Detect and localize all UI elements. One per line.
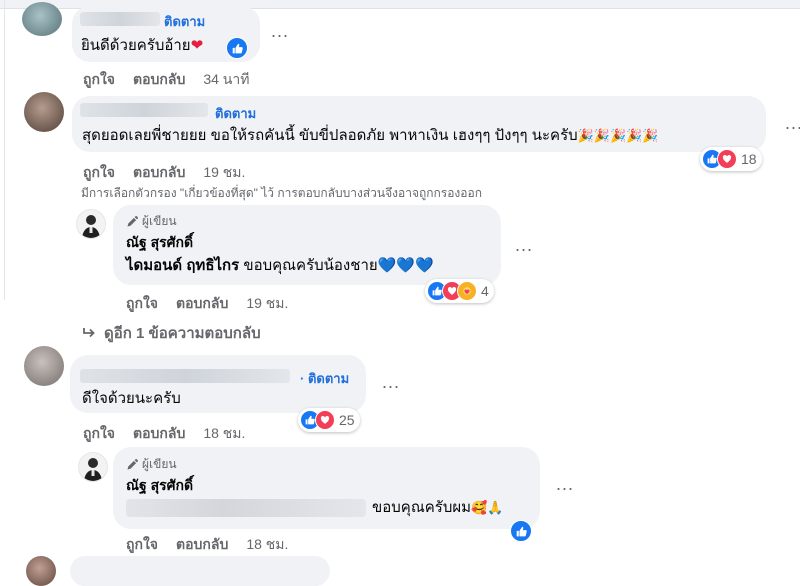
commenter-name-blurred[interactable] (80, 369, 290, 383)
comment-actions: ถูกใจ ตอบกลับ 18 ชม. (83, 423, 263, 445)
like-icon[interactable] (510, 520, 532, 542)
mention-link[interactable]: ไดมอนด์ ฤทธิไกร (126, 257, 239, 274)
avatar[interactable] (24, 92, 64, 132)
timestamp[interactable]: 18 ชม. (203, 425, 245, 441)
reply-button[interactable]: ตอบกลับ (133, 425, 185, 441)
reply-button[interactable]: ตอบกลับ (133, 71, 185, 87)
author-name[interactable]: ณัฐ สุรศักดิ์ (126, 476, 193, 494)
author-badge: ผู้เขียน (126, 455, 177, 474)
reaction-count: 4 (481, 283, 489, 299)
comment-text: ยินดีด้วยครับอ้าย❤ (81, 36, 204, 54)
reply-arrow-icon (83, 328, 95, 338)
author-badge: ผู้เขียน (126, 212, 177, 231)
more-dots-icon[interactable]: ... (515, 236, 533, 254)
love-icon (315, 410, 335, 430)
more-dots-icon[interactable]: ... (785, 114, 800, 132)
like-button[interactable]: ถูกใจ (126, 536, 158, 552)
commenter-name-blurred[interactable] (80, 12, 160, 26)
more-dots-icon[interactable]: ... (271, 22, 289, 40)
reaction-count: 25 (339, 412, 355, 428)
view-more-replies-button[interactable]: ดูอีก 1 ข้อความตอบกลับ (82, 321, 261, 345)
comment-text: สุดยอดเลยพี่ชายยย ขอให้รถคันนี้ ขับขี่ปล… (82, 127, 659, 144)
pen-icon (127, 458, 138, 469)
care-icon (457, 281, 477, 301)
reaction-summary[interactable]: 4 (425, 279, 494, 303)
like-button[interactable]: ถูกใจ (83, 164, 115, 180)
reaction-count: 18 (741, 151, 757, 167)
author-avatar[interactable] (78, 452, 108, 482)
reply-button[interactable]: ตอบกลับ (133, 164, 185, 180)
more-dots-icon[interactable]: ... (382, 373, 400, 391)
like-button[interactable]: ถูกใจ (83, 425, 115, 441)
avatar[interactable] (22, 2, 62, 36)
more-dots-icon[interactable]: ... (556, 475, 574, 493)
follow-link[interactable]: ติดตาม (164, 11, 205, 32)
commenter-name-blurred[interactable] (80, 103, 208, 117)
timestamp[interactable]: 18 ชม. (246, 536, 288, 552)
reply-button[interactable]: ตอบกลับ (176, 295, 228, 311)
like-button[interactable]: ถูกใจ (83, 71, 115, 87)
filter-notice: มีการเลือกตัวกรอง "เกี่ยวข้องที่สุด" ไว้… (81, 186, 482, 200)
comment-text: ดีใจด้วยนะครับ (82, 390, 181, 407)
like-icon[interactable] (226, 37, 248, 59)
timestamp[interactable]: 34 นาที (203, 71, 249, 87)
author-name[interactable]: ณัฐ สุรศักดิ์ (126, 233, 193, 251)
reply-text: ไดมอนด์ ฤทธิไกร ขอบคุณครับน้องชาย💙💙💙 (126, 256, 434, 274)
avatar[interactable] (26, 556, 56, 586)
reply-button[interactable]: ตอบกลับ (176, 536, 228, 552)
reply-actions: ถูกใจ ตอบกลับ 19 ชม. (126, 293, 306, 315)
timestamp[interactable]: 19 ชม. (203, 164, 245, 180)
love-icon (717, 149, 737, 169)
comment-actions: ถูกใจ ตอบกลับ 19 ชม. (83, 162, 263, 184)
reaction-summary[interactable]: 25 (298, 408, 360, 432)
reply-text: ขอบคุณครับผม🥰🙏 (372, 499, 504, 516)
reply-actions: ถูกใจ ตอบกลับ 18 ชม. (126, 534, 306, 556)
mention-blurred[interactable] (126, 499, 366, 517)
avatar[interactable] (24, 346, 64, 386)
comment-actions: ถูกใจ ตอบกลับ 34 นาที (83, 69, 267, 91)
reaction-summary[interactable]: 18 (700, 147, 762, 171)
thread-line (4, 0, 5, 300)
timestamp[interactable]: 19 ชม. (246, 295, 288, 311)
comment-bubble (70, 556, 330, 586)
follow-link[interactable]: · ติดตาม (300, 368, 349, 389)
like-button[interactable]: ถูกใจ (126, 295, 158, 311)
pen-icon (127, 215, 138, 226)
follow-link[interactable]: ติดตาม (215, 103, 256, 124)
author-avatar[interactable] (76, 209, 106, 239)
